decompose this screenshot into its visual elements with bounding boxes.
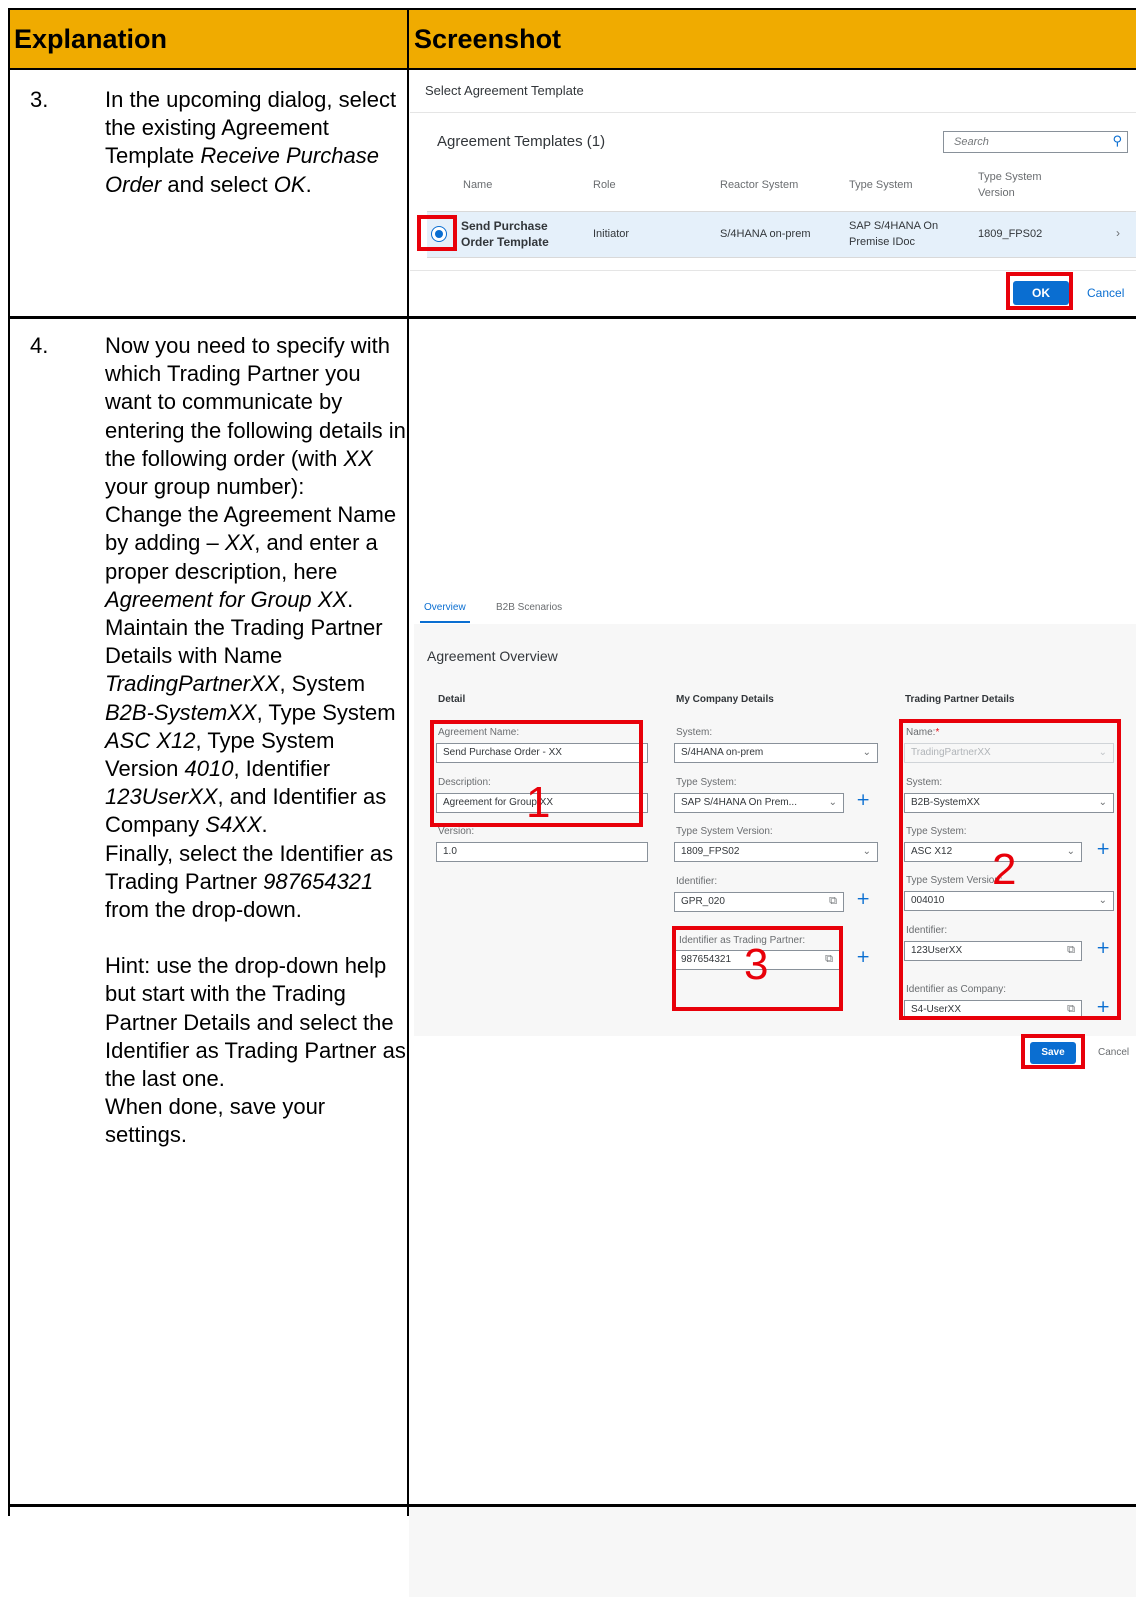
column-header-version: Type System Version [978,171,1042,199]
company-heading: My Company Details [676,694,774,705]
value-help-icon[interactable]: ⧉ [829,895,837,908]
text: Maintain the Trading Partner Details wit… [105,615,383,669]
header-screenshot: Screenshot [408,8,1136,70]
dialog-footer-divider [410,270,1136,271]
row-version: 1809_FPS02 [978,228,1043,240]
step-paragraph: When done, save your settings. [105,1094,326,1148]
row-reactor: S/4HANA on-prem [720,228,811,240]
column-header-role: Role [593,179,616,191]
row-divider-1 [8,316,1136,319]
step-3-explanation: 3. In the upcoming dialog, select the ex… [22,86,407,206]
step-number: 3. [30,87,49,112]
search-placeholder: Search [954,136,989,148]
add-icon[interactable]: + [856,947,870,967]
header-explanation: Explanation [8,8,408,70]
chevron-right-icon[interactable]: › [1116,226,1120,240]
text-italic: TradingPartnerXX [105,671,280,697]
add-icon[interactable]: + [856,889,870,909]
text: , Identifier [233,756,331,782]
version-field[interactable]: 1.0 [436,842,648,862]
section-title: Agreement Overview [427,648,558,664]
column-header-reactor: Reactor System [720,179,799,191]
table-title: Agreement Templates (1) [437,133,606,150]
text-italic: XX [224,530,255,556]
text-italic: 4010 [184,756,234,782]
highlight-ok [1006,272,1073,310]
agreement-header-panel [409,1507,1136,1597]
highlight-save [1021,1034,1085,1069]
search-icon[interactable]: ⚲ [1112,134,1122,149]
text-italic: 123UserXX [105,784,218,810]
highlight-radio [417,215,457,251]
company-system-label: System: [676,727,713,738]
text: from the drop-down. [105,897,302,923]
text-italic: S4XX [205,812,262,838]
step-text: Now you need to specify with which Tradi… [105,332,411,1150]
company-id-field[interactable]: GPR_020 ⧉ [674,892,844,912]
text-italic: Agreement for Group XX [105,586,348,612]
row-name: Send Purchase Order Template [461,219,549,249]
step-5-explanation [22,1409,407,1499]
company-tsv-field[interactable]: 1809_FPS02 ⌄ [674,842,878,862]
step-text-part: . [305,171,312,197]
dialog-title-divider [410,112,1136,113]
text-italic: ASC X12 [105,727,196,753]
table-border-left-lower [8,318,10,1516]
company-id-label: Identifier: [676,876,718,887]
text: your group number): [105,474,305,500]
tab-b2b-scenarios[interactable]: B2B Scenarios [496,602,562,613]
text: . [261,812,268,838]
chevron-down-icon[interactable]: ⌄ [829,797,837,808]
template-row[interactable]: Send Purchase Order Template Initiator S… [427,211,1136,258]
value: 1809_FPS02 [681,846,740,857]
row-role: Initiator [593,228,630,240]
version-label: Version: [438,826,475,837]
tab-overview-underline [420,621,470,623]
marker-2: 2 [992,845,1017,894]
partner-heading: Trading Partner Details [905,694,1015,705]
company-system-field[interactable]: S/4HANA on-prem ⌄ [674,743,878,763]
detail-heading: Detail [438,694,466,705]
chevron-down-icon[interactable]: ⌄ [863,846,871,857]
step-4-explanation: 4. Now you need to specify with which Tr… [22,332,407,1492]
column-header-type-system: Type System [849,179,913,191]
step-paragraph: Finally, select the Identifier as Tradin… [105,840,411,925]
tab-overview[interactable]: Overview [424,602,466,613]
marker-1: 1 [526,778,551,827]
text: . [347,586,354,612]
step-text: In the upcoming dialog, select the exist… [105,86,411,199]
text-italic: XX [343,445,373,471]
text-italic: B2B-SystemXX [105,699,257,725]
value: SAP S/4HANA On Prem... [681,797,797,808]
step-text-part: and select [161,171,274,197]
text: , Type System [256,699,396,725]
marker-3: 3 [744,940,769,989]
header-screenshot-label: Screenshot [414,24,562,54]
table-border-left [8,8,10,318]
step-paragraph: Now you need to specify with which Tradi… [105,332,411,501]
cancel-button[interactable]: Cancel [1087,286,1124,300]
step-paragraph: Hint: use the drop-down help but start w… [105,953,406,1092]
dialog-title: Select Agreement Template [425,83,584,98]
add-icon[interactable]: + [856,790,870,810]
cancel-button[interactable]: Cancel [1098,1047,1129,1058]
company-type-field[interactable]: SAP S/4HANA On Prem... ⌄ [674,793,844,813]
value: S/4HANA on-prem [681,747,764,758]
chevron-down-icon[interactable]: ⌄ [863,747,871,758]
column-header-row: Name Role Reactor System Type System Typ… [427,163,1136,209]
header-explanation-label: Explanation [14,24,168,54]
company-tsv-label: Type System Version: [676,826,773,837]
step-paragraph: Maintain the Trading Partner Details wit… [105,614,411,840]
step-text-italic: OK [273,171,306,197]
text-italic: 987654321 [263,868,374,894]
row-type-system: SAP S/4HANA On Premise IDoc [849,220,939,248]
search-input[interactable]: Search ⚲ [943,131,1128,153]
company-type-label: Type System: [676,777,737,788]
step-number: 4. [30,333,49,358]
column-header-name: Name [463,179,493,191]
value: GPR_020 [681,896,725,907]
step-paragraph: Change the Agreement Name by adding – XX… [105,501,411,614]
text: , System [279,671,366,697]
